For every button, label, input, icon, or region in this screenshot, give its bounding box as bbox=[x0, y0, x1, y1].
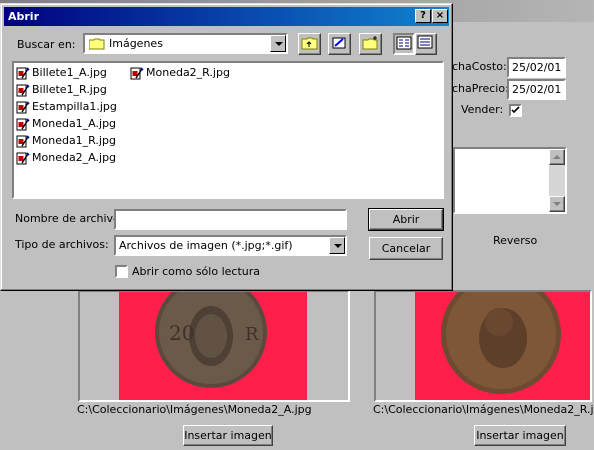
folder-up-icon bbox=[301, 37, 318, 50]
image-file-icon bbox=[16, 135, 30, 148]
check-mark-icon bbox=[511, 106, 520, 114]
coin-front-icon: 20 R bbox=[155, 276, 267, 388]
details-view-icon bbox=[417, 35, 433, 49]
file-name: Billete1_R.jpg bbox=[32, 83, 107, 96]
list-view-icon bbox=[396, 36, 412, 50]
svg-text:R: R bbox=[245, 324, 259, 345]
coin-back-icon bbox=[441, 274, 561, 394]
readonly-label: Abrir como sólo lectura bbox=[132, 265, 260, 278]
back-image-frame bbox=[374, 274, 592, 402]
file-name: Estampilla1.jpg bbox=[32, 100, 117, 113]
open-button[interactable]: Abrir bbox=[368, 208, 444, 231]
front-image-frame: 20 R bbox=[78, 276, 350, 402]
front-coin-image: 20 R bbox=[119, 276, 307, 400]
fecha-costo-field[interactable]: 25/02/01 bbox=[507, 57, 566, 78]
file-list-item[interactable]: Estampilla1.jpg bbox=[16, 99, 117, 116]
filename-input[interactable] bbox=[114, 209, 347, 230]
file-name: Billete1_A.jpg bbox=[32, 66, 107, 79]
open-file-dialog: Abrir ? × Buscar en: Imágenes Billete1_A… bbox=[0, 3, 453, 291]
arrow-down-icon bbox=[553, 202, 561, 206]
look-in-label: Buscar en: bbox=[17, 38, 76, 51]
details-view-button[interactable] bbox=[415, 33, 437, 55]
dialog-title: Abrir bbox=[8, 10, 40, 23]
filename-label: Nombre de archivo: bbox=[15, 212, 124, 225]
arrow-up-icon bbox=[553, 155, 561, 159]
file-list[interactable]: Billete1_A.jpg Billete1_R.jpg Estampilla1.… bbox=[12, 61, 444, 199]
file-name: Moneda2_A.jpg bbox=[32, 151, 117, 164]
new-folder-button[interactable] bbox=[359, 33, 382, 55]
close-icon: × bbox=[435, 10, 445, 21]
file-list-item[interactable]: Billete1_A.jpg bbox=[16, 65, 107, 82]
desktop-icon bbox=[332, 37, 346, 49]
scroll-down-button[interactable] bbox=[549, 196, 565, 212]
help-button[interactable]: ? bbox=[415, 9, 431, 23]
file-name: Moneda2_R.jpg bbox=[146, 66, 230, 79]
image-file-icon bbox=[16, 67, 30, 80]
chevron-down-icon[interactable] bbox=[270, 35, 286, 52]
up-one-level-button[interactable] bbox=[298, 33, 321, 55]
image-file-icon bbox=[16, 101, 30, 114]
readonly-checkbox[interactable] bbox=[115, 265, 128, 278]
filetype-select[interactable]: Archivos de imagen (*.jpg;*.gif) bbox=[114, 235, 347, 256]
file-list-item[interactable]: Moneda1_A.jpg bbox=[16, 116, 116, 133]
insert-back-image-button[interactable]: Insertar imagen bbox=[474, 425, 566, 446]
close-button[interactable]: × bbox=[432, 9, 448, 23]
fecha-precio-value: 25/02/01 bbox=[512, 83, 562, 96]
image-file-icon bbox=[16, 152, 30, 165]
file-name: Moneda1_A.jpg bbox=[32, 117, 117, 130]
desktop-button[interactable] bbox=[328, 33, 351, 55]
reverso-label: Reverso bbox=[493, 234, 538, 247]
fecha-precio-field[interactable]: 25/02/01 bbox=[507, 79, 566, 100]
notes-textarea[interactable] bbox=[453, 147, 567, 214]
back-coin-image bbox=[415, 274, 590, 400]
file-name: Moneda1_R.jpg bbox=[32, 134, 116, 147]
look-in-value: Imágenes bbox=[109, 37, 163, 50]
dialog-title-bar: Abrir ? × bbox=[4, 7, 449, 26]
chevron-down-icon[interactable] bbox=[329, 237, 345, 254]
cancel-button[interactable]: Cancelar bbox=[369, 237, 443, 260]
fecha-costo-label: chaCosto: bbox=[452, 60, 507, 73]
list-view-button[interactable] bbox=[393, 33, 415, 55]
insert-front-image-button[interactable]: Insertar imagen bbox=[183, 425, 273, 446]
back-image-path: C:\Coleccionario\Imágenes\Moneda2_R.jpg bbox=[373, 403, 594, 416]
filetype-label: Tipo de archivos: bbox=[15, 238, 109, 251]
folder-icon bbox=[89, 38, 105, 50]
vender-label: Vender: bbox=[461, 103, 504, 116]
image-file-icon bbox=[16, 84, 30, 97]
svg-text:20: 20 bbox=[169, 321, 194, 345]
fecha-precio-label: chaPrecio: bbox=[452, 82, 509, 95]
image-file-icon bbox=[16, 118, 30, 131]
help-icon: ? bbox=[420, 10, 426, 21]
file-list-item[interactable]: Billete1_R.jpg bbox=[16, 82, 107, 99]
front-image-path: C:\Coleccionario\Imágenes\Moneda2_A.jpg bbox=[77, 403, 312, 416]
file-list-item[interactable]: Moneda2_R.jpg bbox=[130, 65, 230, 82]
file-list-item[interactable]: Moneda1_R.jpg bbox=[16, 133, 116, 150]
look-in-combobox[interactable]: Imágenes bbox=[83, 33, 288, 54]
file-list-item[interactable]: Moneda2_A.jpg bbox=[16, 150, 116, 167]
fecha-costo-value: 25/02/01 bbox=[512, 61, 562, 74]
vender-checkbox[interactable] bbox=[509, 104, 522, 117]
image-file-icon bbox=[130, 67, 144, 80]
new-folder-icon bbox=[362, 36, 378, 50]
filetype-value: Archivos de imagen (*.jpg;*.gif) bbox=[119, 239, 293, 252]
scroll-up-button[interactable] bbox=[549, 149, 565, 165]
notes-scrollbar[interactable] bbox=[549, 149, 565, 212]
